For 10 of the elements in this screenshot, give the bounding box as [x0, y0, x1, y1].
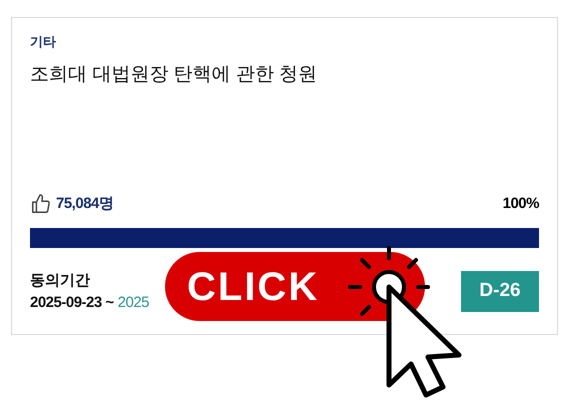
- click-label: CLICK: [187, 266, 320, 306]
- dday-badge: D-26: [461, 271, 539, 312]
- thumbs-up-icon: [30, 193, 52, 216]
- vote-count: 75,084명: [56, 194, 114, 214]
- period-label: 동의기간: [30, 270, 91, 290]
- progress-percent: 100%: [502, 194, 539, 214]
- period-end: 2025: [118, 292, 150, 312]
- period-start: 2025-09-23 ~: [30, 292, 114, 312]
- category-label: 기타: [30, 33, 57, 51]
- petition-title: 조희대 대법원장 탄핵에 관한 청원: [30, 63, 318, 87]
